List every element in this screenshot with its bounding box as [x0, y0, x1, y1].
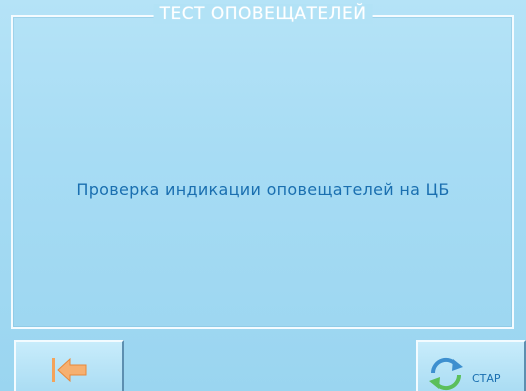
back-button[interactable]: [14, 340, 124, 391]
start-button[interactable]: СТАР: [416, 340, 526, 391]
back-arrow-icon: [52, 357, 87, 383]
content-frame: [11, 15, 514, 329]
bottom-toolbar: СТАР: [0, 332, 526, 391]
status-message: Проверка индикации оповещателей на ЦБ: [76, 180, 450, 199]
test-screen: ТЕСТ ОПОВЕЩАТЕЛЕЙ Проверка индикации опо…: [0, 0, 526, 391]
screen-title: ТЕСТ ОПОВЕЩАТЕЛЕЙ: [153, 4, 373, 24]
refresh-icon: [429, 357, 463, 391]
start-button-label: СТАР: [472, 372, 501, 385]
